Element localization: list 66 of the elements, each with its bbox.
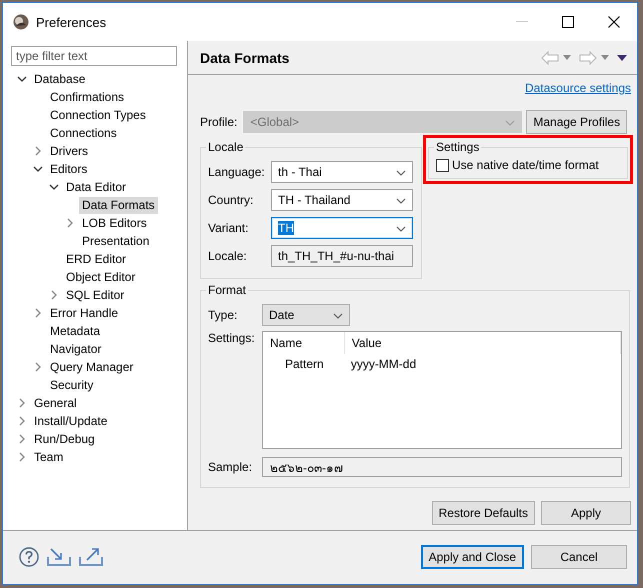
caret-icon[interactable] (601, 55, 609, 60)
field-label: Language: (208, 165, 266, 179)
checkbox-label[interactable]: Use native date/time format (452, 158, 599, 172)
field-label: Country: (208, 193, 254, 207)
table-cell-text: yyyy-MM-dd (350, 357, 418, 371)
field-label: Profile: (200, 115, 238, 129)
type-dropdown[interactable]: Date (262, 304, 350, 326)
tree-item[interactable]: LOB Editors (79, 214, 150, 232)
tree-item[interactable]: Connections (47, 124, 120, 142)
tree-item[interactable]: Run/Debug (31, 430, 98, 448)
caret-icon[interactable] (563, 55, 571, 60)
field-label: Settings: (208, 331, 256, 347)
tree-item[interactable]: Error Handle (47, 304, 122, 322)
locale-field: th_TH_TH_#u-nu-thai (271, 245, 413, 267)
dropdown-caret-icon[interactable] (396, 170, 406, 176)
locale-group: Locale Language: th - Thai Country: TH - Thailand Variant: TH Locale: th_TH_TH_#u-nu-thai (200, 140, 422, 279)
tree-item[interactable]: Security (47, 376, 96, 394)
locale-dropdown[interactable]: TH (271, 217, 413, 239)
field-label: Variant: (208, 221, 250, 235)
field-label: Sample: (208, 460, 254, 474)
apply-and-close-button[interactable]: Apply and Close (420, 545, 524, 569)
locale-dropdown[interactable]: th - Thai (271, 161, 413, 183)
field-label: Locale: (208, 249, 248, 263)
tree-item[interactable]: Presentation (79, 232, 152, 250)
import-icon[interactable] (47, 547, 71, 567)
tree-item[interactable]: Object Editor (63, 268, 138, 286)
tree-item[interactable]: Navigator (47, 340, 104, 358)
export-icon[interactable] (79, 547, 103, 567)
back-arrow-icon[interactable] (541, 50, 559, 64)
dropdown-caret-icon[interactable] (333, 313, 343, 319)
tree-item[interactable]: Database (31, 70, 88, 88)
tree-item[interactable]: Drivers (47, 142, 91, 160)
forward-arrow-icon[interactable] (579, 50, 597, 64)
tree-item[interactable]: Data Formats (79, 196, 158, 214)
tree-item[interactable]: Confirmations (47, 88, 128, 106)
format-group: Format Type: Date Settings: Name Value Pattern yyyy-MM-dd Sample: ๒๕๖๒-๐๓-๑๗ (200, 283, 630, 488)
manage-profiles-button[interactable]: Manage Profiles (526, 110, 628, 134)
window-title: Preferences (36, 14, 108, 30)
tree-item[interactable]: Team (31, 448, 66, 466)
page-title: Data Formats (200, 50, 290, 66)
tree-item[interactable]: Connection Types (47, 106, 149, 124)
app-icon (13, 14, 29, 30)
checkbox[interactable] (436, 158, 449, 172)
column-header[interactable]: Name (263, 332, 345, 354)
tree-item[interactable]: Query Manager (47, 358, 136, 376)
table-cell-text: Pattern (285, 357, 325, 371)
tree-item[interactable]: Editors (47, 160, 90, 178)
tree-item[interactable]: Install/Update (31, 412, 110, 430)
cancel-button[interactable]: Cancel (531, 545, 627, 569)
tree-item[interactable]: ERD Editor (63, 250, 130, 268)
tree-item[interactable]: Metadata (47, 322, 104, 340)
apply-button[interactable]: Apply (541, 501, 631, 525)
filter-field[interactable]: type filter text (11, 46, 177, 66)
locale-dropdown[interactable]: TH - Thailand (271, 189, 413, 211)
dropdown-caret-icon[interactable] (396, 198, 406, 204)
tree-item[interactable]: Data Editor (63, 178, 130, 196)
column-header[interactable]: Value (344, 332, 621, 354)
help-icon[interactable] (19, 547, 39, 567)
restore-defaults-button[interactable]: Restore Defaults (432, 501, 535, 525)
menu-caret-icon[interactable] (617, 54, 627, 60)
tree-item[interactable]: General (31, 394, 80, 412)
sample-field: ๒๕๖๒-๐๓-๑๗ (262, 457, 622, 477)
dropdown-caret-icon[interactable] (396, 226, 406, 232)
datasource-settings-link[interactable]: Datasource settings (524, 81, 631, 97)
field-label: Type: (208, 308, 238, 322)
tree-item[interactable]: SQL Editor (63, 286, 128, 304)
